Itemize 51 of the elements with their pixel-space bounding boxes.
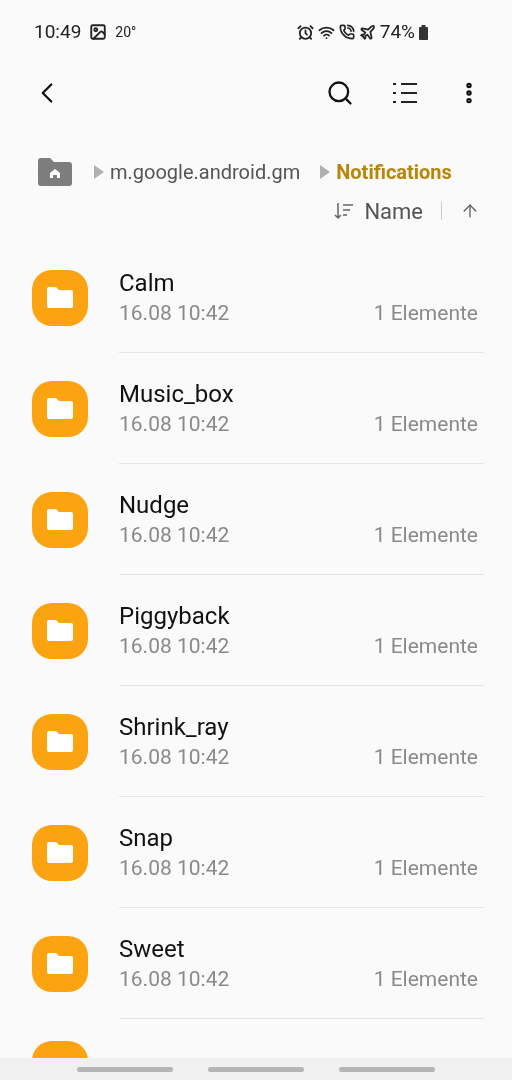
search-icon[interactable]: [326, 79, 354, 107]
folder-name: Nudge: [119, 490, 191, 521]
temperature: 20°: [115, 22, 137, 42]
folder-date: 16.08 10:42: [119, 522, 230, 549]
folder-name: Calm: [119, 268, 176, 299]
item-count: 1 Elemente: [373, 855, 478, 882]
folder-icon: [32, 491, 88, 548]
folder-date: 16.08 10:42: [119, 855, 230, 882]
folder-date: 16.08 10:42: [119, 744, 230, 771]
folder-icon: [32, 713, 88, 770]
folder-name: Snap: [119, 823, 175, 854]
airplane-icon: [358, 23, 376, 41]
alarm-icon: [296, 23, 314, 41]
battery-percentage: 74%: [379, 18, 415, 45]
folder-row[interactable]: Sweet 16.08 10:42 1 Elemente: [0, 908, 512, 1019]
battery-icon: [419, 24, 428, 40]
folder-row[interactable]: Calm 16.08 10:42 1 Elemente: [0, 242, 512, 353]
folder-icon: [32, 935, 88, 992]
folder-name: Sweet: [119, 934, 186, 965]
item-count: 1 Elemente: [373, 966, 478, 993]
folder-icon: [32, 269, 88, 326]
folder-date: 16.08 10:42: [119, 411, 230, 438]
caret-icon: [94, 165, 104, 179]
item-count: 1 Elemente: [373, 522, 478, 549]
folder-row[interactable]: Snap 16.08 10:42 1 Elemente: [0, 797, 512, 908]
folder-row[interactable]: Music_box 16.08 10:42 1 Elemente: [0, 353, 512, 464]
folder-date: 16.08 10:42: [119, 300, 230, 327]
list-view-icon[interactable]: [392, 82, 418, 104]
folder-name: Piggyback: [119, 601, 231, 632]
folder-date: 16.08 10:42: [119, 966, 230, 993]
folder-icon: [32, 380, 88, 437]
phone-call-icon: [338, 24, 355, 40]
image-icon: [89, 23, 108, 41]
folder-row[interactable]: Nudge 16.08 10:42 1 Elemente: [0, 464, 512, 575]
item-count: 1 Elemente: [373, 633, 478, 660]
sort-button[interactable]: Name: [334, 194, 423, 228]
folder-row[interactable]: Shrink_ray 16.08 10:42 1 Elemente: [0, 686, 512, 797]
folder-icon: [32, 824, 88, 881]
folder-name: Music_box: [119, 379, 235, 410]
item-count: 1 Elemente: [373, 411, 478, 438]
sort-icon: [334, 202, 355, 220]
clock-time: 10:49: [34, 18, 82, 45]
item-count: 1 Elemente: [373, 744, 478, 771]
home-folder-icon[interactable]: [38, 158, 72, 186]
folder-row[interactable]: Piggyback 16.08 10:42 1 Elemente: [0, 575, 512, 686]
folder-name: Shrink_ray: [119, 712, 230, 743]
breadcrumb-item[interactable]: m.google.android.gm: [110, 157, 301, 187]
item-count: 1 Elemente: [373, 300, 478, 327]
caret-icon: [320, 165, 331, 179]
folder-date: 16.08 10:42: [119, 633, 230, 660]
folder-icon: [32, 602, 88, 659]
